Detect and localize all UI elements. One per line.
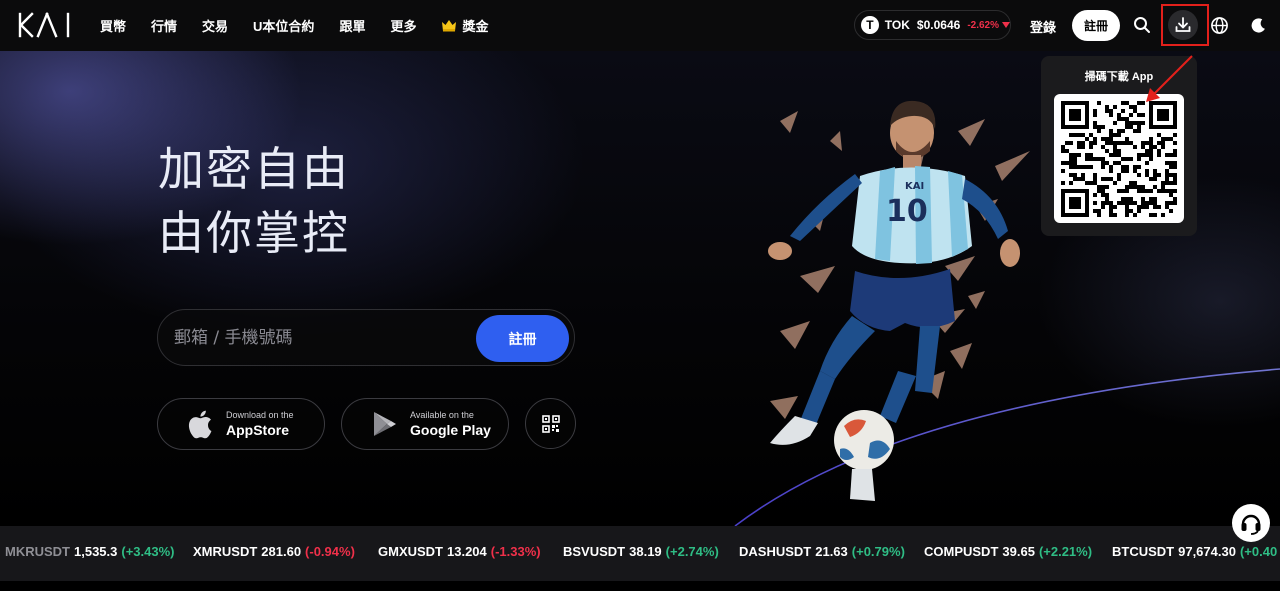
menu-rewards-label: 獎金 (462, 19, 489, 34)
googleplay-button[interactable]: Available on the Google Play (341, 398, 509, 450)
ticker-symbol: COMPUSDT (924, 544, 999, 559)
menu-markets[interactable]: 行情 (151, 16, 177, 35)
menu-usdt-futures[interactable]: U本位合約 (253, 16, 314, 35)
appstore-button[interactable]: Download on the AppStore (157, 398, 325, 450)
menu-copy-trading[interactable]: 跟單 (339, 16, 365, 35)
moon-icon[interactable] (1246, 13, 1270, 37)
market-ticker: MKRUSDT 1,535.3 (+3.43%) XMRUSDT 281.60 (-0.9… (0, 526, 1280, 581)
ticker-price: 281.60 (261, 544, 302, 559)
googleplay-text: Available on the Google Play (410, 410, 491, 439)
jersey-number: 10 (886, 194, 928, 229)
ticker-change: (+0.79%) (851, 544, 905, 559)
appstore-big-text: AppStore (226, 421, 289, 438)
appstore-text: Download on the AppStore (226, 410, 294, 439)
ticker-symbol: DASHUSDT (739, 544, 812, 559)
bottom-strip (0, 581, 1280, 591)
ticker-item[interactable]: MKRUSDT 1,535.3 (+3.43%) (5, 544, 175, 559)
ticker-change: (+0.40 (1239, 544, 1278, 559)
kai-logo[interactable] (18, 12, 74, 38)
tok-price: $0.0646 (916, 18, 961, 32)
ticker-change: (-0.94%) (305, 544, 355, 559)
ticker-symbol: XMRUSDT (193, 544, 258, 559)
appstore-small-text: Download on the (226, 409, 294, 420)
ticker-price: 97,674.30 (1178, 544, 1236, 559)
ticker-price: 21.63 (815, 544, 848, 559)
ticker-item[interactable]: COMPUSDT 39.65 (+2.21%) (924, 544, 1092, 559)
download-qr-code (1054, 94, 1184, 223)
jersey-brand: KAI (905, 181, 924, 192)
search-icon[interactable] (1130, 13, 1154, 37)
globe-icon[interactable] (1207, 13, 1231, 37)
apple-icon (186, 409, 214, 439)
ticker-symbol: GMXUSDT (378, 544, 443, 559)
menu-trade[interactable]: 交易 (202, 16, 228, 35)
football-player-illustration: 10 KAI (768, 100, 1030, 501)
menu-more[interactable]: 更多 (390, 16, 416, 35)
ticker-price: 13.204 (447, 544, 487, 559)
headset-icon (1241, 514, 1261, 535)
ticker-item[interactable]: GMXUSDT 13.204 (-1.33%) (378, 544, 541, 559)
customer-support-button[interactable] (1232, 504, 1270, 542)
ticker-symbol: BSVUSDT (563, 544, 626, 559)
down-caret-icon (1002, 22, 1010, 28)
ticker-change: (+3.43%) (121, 544, 175, 559)
download-app-popup: 掃碼下載 App (1041, 56, 1197, 236)
ticker-change: (+2.21%) (1038, 544, 1093, 559)
menu-buy-crypto[interactable]: 買幣 (100, 16, 126, 35)
tok-change: -2.62% (967, 19, 999, 31)
ticker-price: 39.65 (1002, 544, 1035, 559)
googleplay-small-text: Available on the (410, 409, 474, 420)
signup-button[interactable]: 註冊 (476, 315, 569, 362)
hero-title-line2: 由你掌控 (158, 206, 350, 260)
main-menu: 買幣 行情 交易 U本位合約 跟單 更多 獎金 (100, 0, 513, 51)
hero-title-line1: 加密自由 (158, 142, 350, 196)
qr-code-icon (541, 414, 560, 433)
ticker-change: (+2.74%) (665, 544, 719, 559)
ticker-symbol: MKRUSDT (5, 544, 70, 559)
menu-rewards[interactable]: 獎金 (441, 16, 488, 35)
signup-form: 註冊 (157, 309, 575, 366)
ticker-item[interactable]: BTCUSDT 97,674.30 (+0.40 (1112, 544, 1277, 559)
googleplay-big-text: Google Play (410, 421, 491, 438)
top-navbar: 買幣 行情 交易 U本位合約 跟單 更多 獎金 T TOK $0.0646 -2… (0, 0, 1280, 51)
google-play-icon (370, 409, 398, 439)
signup-button-top[interactable]: 註冊 (1072, 10, 1120, 41)
qr-code-button[interactable] (525, 398, 576, 449)
ticker-item[interactable]: DASHUSDT 21.63 (+0.79%) (739, 544, 905, 559)
popup-title: 掃碼下載 App (1084, 71, 1154, 83)
ticker-symbol: BTCUSDT (1112, 544, 1175, 559)
ticker-item[interactable]: BSVUSDT 38.19 (+2.74%) (563, 544, 719, 559)
download-highlight-box (1161, 4, 1209, 46)
ticker-price: 1,535.3 (74, 544, 118, 559)
tok-price-ticker[interactable]: T TOK $0.0646 -2.62% (854, 10, 1011, 40)
ticker-price: 38.19 (629, 544, 662, 559)
tok-token-icon: T (861, 16, 879, 34)
tok-symbol: TOK (884, 18, 910, 32)
hero-title: 加密自由 由你掌控 (158, 137, 350, 265)
login-link[interactable]: 登錄 (1030, 17, 1056, 36)
ticker-change: (-1.33%) (490, 544, 541, 559)
gift-crown-icon (442, 19, 457, 31)
email-phone-input[interactable] (174, 324, 464, 352)
ticker-item[interactable]: XMRUSDT 281.60 (-0.94%) (193, 544, 355, 559)
